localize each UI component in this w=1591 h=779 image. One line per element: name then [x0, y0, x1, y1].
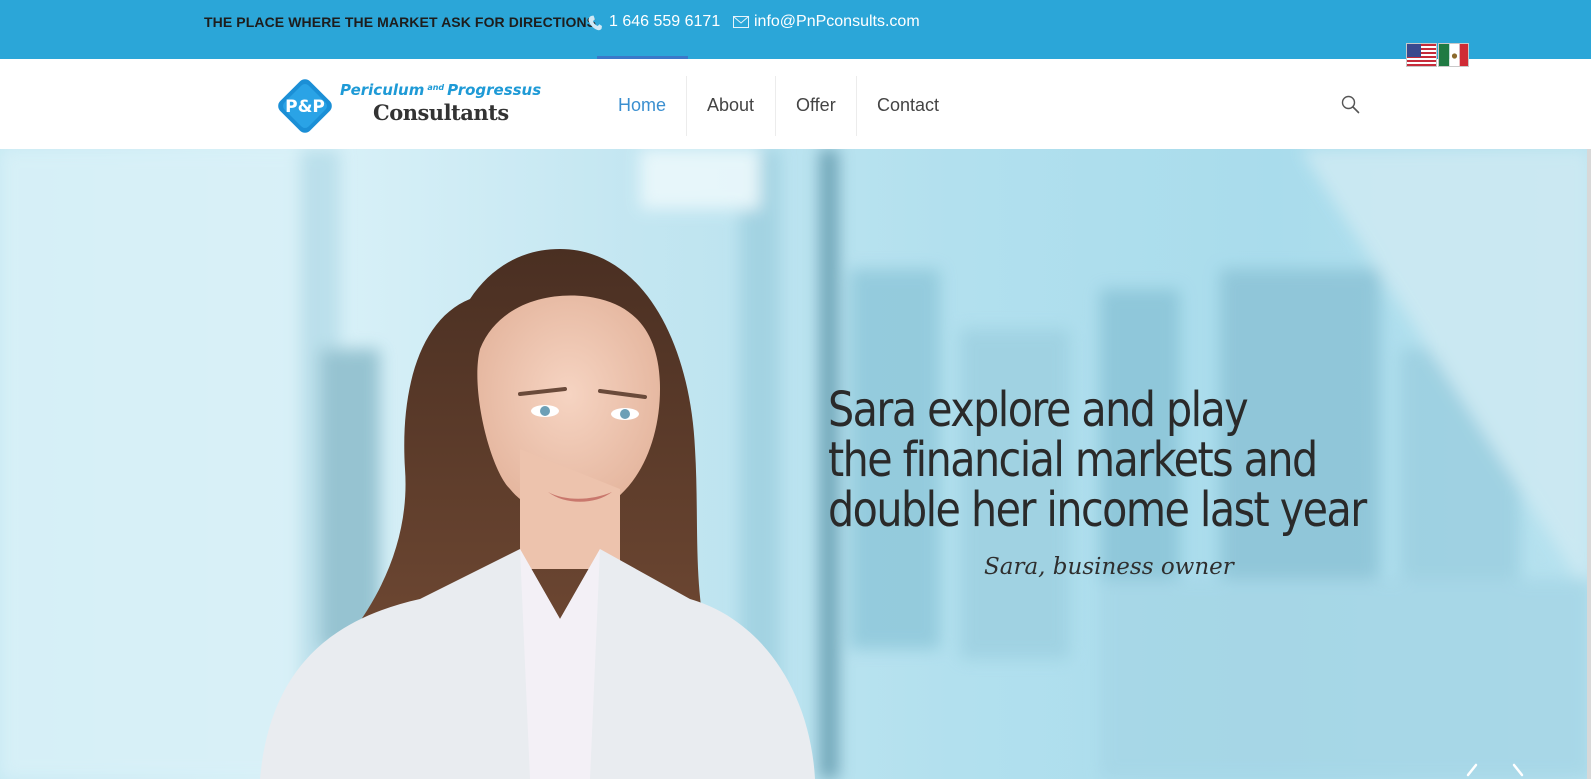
hero-headline-line-2: the financial markets and	[828, 432, 1318, 488]
search-icon[interactable]	[1341, 95, 1360, 114]
phone-icon	[588, 15, 602, 31]
hero-headline-line-1: Sara explore and play	[828, 382, 1249, 438]
phone-number-link[interactable]: 1 646 559 6171	[609, 13, 720, 31]
nav-item-about[interactable]: About	[707, 95, 754, 116]
logo-word-progressus: Progressus	[447, 81, 542, 99]
logo-word-periculum: Periculum	[340, 81, 425, 99]
logo-word-and: and	[427, 83, 445, 92]
logo-badge-icon: P&P	[278, 79, 332, 133]
hero-slider: Sara explore and play the financial mark…	[0, 149, 1591, 779]
hero-byline: Sara, business owner	[984, 554, 1234, 580]
active-nav-indicator	[597, 56, 688, 59]
chevron-right-icon[interactable]	[1508, 763, 1528, 779]
nav-divider	[775, 76, 776, 136]
nav-divider	[686, 76, 687, 136]
page-scrollbar[interactable]	[1587, 149, 1591, 779]
mexico-flag-icon[interactable]	[1438, 43, 1469, 67]
logo-badge-text: P&P	[285, 97, 325, 117]
hero-headline: Sara explore and play the financial mark…	[828, 382, 1367, 538]
tagline: THE PLACE WHERE THE MARKET ASK FOR DIREC…	[204, 14, 597, 30]
nav-divider	[856, 76, 857, 136]
site-logo[interactable]: P&P Periculum and Progressus Consultants	[275, 76, 541, 136]
nav-item-offer[interactable]: Offer	[796, 95, 836, 116]
us-flag-icon[interactable]	[1406, 43, 1437, 67]
nav-item-contact[interactable]: Contact	[877, 95, 939, 116]
mail-icon	[733, 16, 749, 28]
nav-item-home[interactable]: Home	[618, 95, 666, 116]
email-link[interactable]: info@PnPconsults.com	[754, 13, 920, 31]
logo-line-2: Consultants	[373, 100, 509, 125]
logo-line-1: Periculum and Progressus	[340, 81, 541, 99]
hero-headline-line-3: double her income last year	[828, 482, 1367, 538]
chevron-left-icon[interactable]	[1462, 763, 1482, 779]
